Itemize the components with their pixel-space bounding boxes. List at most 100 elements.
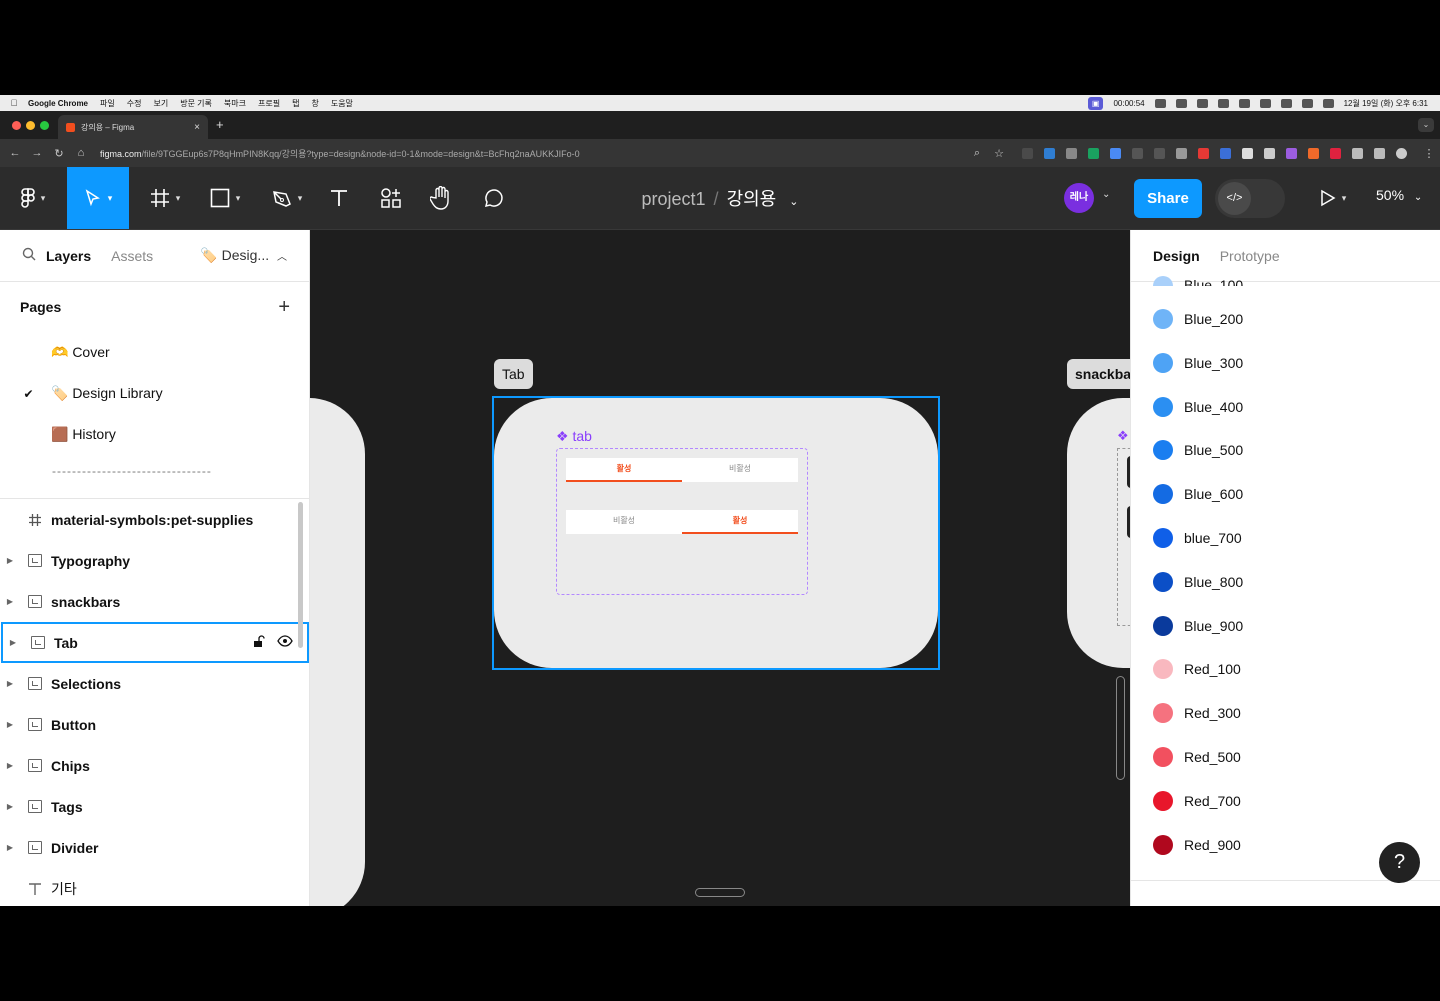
maximize-window-icon[interactable] bbox=[40, 121, 49, 130]
page-item-design-library[interactable]: ✔ 🏷️ Design Library bbox=[0, 373, 309, 414]
menu-profile[interactable]: 프로필 bbox=[258, 98, 280, 109]
tab-design[interactable]: Design bbox=[1153, 248, 1200, 264]
extension-icon[interactable] bbox=[1176, 147, 1187, 159]
layer-etc[interactable]: 기타 bbox=[0, 868, 308, 906]
extension-icon[interactable] bbox=[1066, 147, 1077, 159]
close-window-icon[interactable] bbox=[12, 121, 21, 130]
reload-icon[interactable]: ↻ bbox=[48, 147, 70, 160]
close-tab-icon[interactable]: × bbox=[194, 122, 200, 133]
extension-icon[interactable] bbox=[1330, 147, 1341, 159]
tab-variant-2[interactable]: 비활성 활성 bbox=[566, 510, 798, 534]
caret-right-icon[interactable]: ▶ bbox=[3, 638, 23, 647]
tab-variant-1[interactable]: 활성 비활성 bbox=[566, 458, 798, 482]
page-item-history[interactable]: 🟫 History bbox=[0, 414, 309, 455]
menu-help[interactable]: 도움말 bbox=[331, 98, 353, 109]
move-tool-button[interactable]: ▾ bbox=[67, 167, 129, 229]
control-center-icon[interactable] bbox=[1322, 98, 1334, 108]
status-icon[interactable] bbox=[1238, 98, 1250, 108]
frame-label-snackbars[interactable]: snackba bbox=[1067, 359, 1130, 389]
extension-icon[interactable] bbox=[1308, 147, 1319, 159]
chevron-down-icon[interactable]: ⌄ bbox=[1102, 189, 1110, 200]
pen-tool-button[interactable]: ▾ bbox=[262, 167, 312, 229]
project-name[interactable]: project1 bbox=[642, 189, 706, 209]
extension-icon[interactable] bbox=[1154, 147, 1165, 159]
page-divider[interactable]: -------------------------------- bbox=[52, 464, 212, 478]
caret-right-icon[interactable]: ▶ bbox=[0, 843, 20, 852]
extension-icon[interactable] bbox=[1264, 147, 1275, 159]
zoom-control[interactable]: 50% ⌄ bbox=[1376, 187, 1422, 203]
layer-pet-supplies[interactable]: material-symbols:pet-supplies bbox=[0, 499, 308, 540]
extension-icon[interactable] bbox=[1088, 147, 1099, 159]
canvas-horizontal-scrollbar[interactable] bbox=[695, 888, 745, 897]
help-button[interactable]: ? bbox=[1379, 842, 1420, 883]
new-tab-icon[interactable]: + bbox=[216, 117, 224, 132]
present-button[interactable]: ▾ bbox=[1310, 167, 1354, 229]
color-style-item[interactable]: Red_100 bbox=[1131, 647, 1440, 691]
main-menu-button[interactable]: ▾ bbox=[0, 167, 66, 229]
color-style-item[interactable]: Blue_200 bbox=[1131, 297, 1440, 341]
wifi-icon[interactable] bbox=[1280, 98, 1292, 108]
component-set[interactable]: 활성 비활성 비활성 활성 bbox=[556, 448, 808, 595]
caret-right-icon[interactable]: ▶ bbox=[0, 761, 20, 770]
layer-tags[interactable]: ▶ Tags bbox=[0, 786, 308, 827]
color-style-item[interactable]: Blue_300 bbox=[1131, 341, 1440, 385]
canvas-frame-partial[interactable] bbox=[310, 398, 365, 906]
color-style-item[interactable]: Red_300 bbox=[1131, 691, 1440, 735]
caret-right-icon[interactable]: ▶ bbox=[0, 556, 20, 565]
forward-icon[interactable]: → bbox=[26, 147, 48, 159]
extension-icon[interactable] bbox=[1220, 147, 1231, 159]
screen-record-icon[interactable]: ▣ bbox=[1087, 96, 1104, 110]
color-style-item[interactable]: Red_700 bbox=[1131, 779, 1440, 823]
tab-frame-selected[interactable]: ❖ tab 활성 비활성 비활성 활성 bbox=[492, 396, 940, 670]
color-style-item[interactable]: Blue_600 bbox=[1131, 472, 1440, 516]
tab-item-inactive[interactable]: 비활성 bbox=[566, 510, 682, 534]
resources-button[interactable] bbox=[374, 167, 408, 229]
shape-tool-button[interactable]: ▾ bbox=[200, 167, 250, 229]
search-icon[interactable] bbox=[22, 247, 36, 264]
tab-assets[interactable]: Assets bbox=[111, 248, 153, 264]
clock[interactable]: 12월 19일 (화) 오후 6:31 bbox=[1344, 98, 1428, 109]
tab-layers[interactable]: Layers bbox=[46, 248, 91, 264]
menu-history[interactable]: 방문 기록 bbox=[180, 98, 212, 109]
bookmark-star-icon[interactable]: ☆ bbox=[988, 147, 1010, 160]
color-style-item[interactable]: Blue_500 bbox=[1131, 428, 1440, 472]
tab-item-active[interactable]: 활성 bbox=[682, 510, 798, 534]
extensions-puzzle-icon[interactable] bbox=[1352, 147, 1363, 159]
menu-bookmarks[interactable]: 북마크 bbox=[224, 98, 246, 109]
extension-icon[interactable] bbox=[1286, 147, 1297, 159]
color-style-item[interactable]: Blue_800 bbox=[1131, 560, 1440, 604]
search-icon[interactable] bbox=[1301, 98, 1313, 108]
profile-avatar-icon[interactable] bbox=[1396, 147, 1407, 159]
eye-icon[interactable] bbox=[277, 634, 293, 651]
user-avatar[interactable]: 레나 bbox=[1064, 183, 1094, 213]
chrome-menu-icon[interactable]: ⋮ bbox=[1418, 147, 1440, 160]
bluetooth-icon[interactable] bbox=[1259, 98, 1271, 108]
color-style-item[interactable]: Red_500 bbox=[1131, 735, 1440, 779]
layer-chips[interactable]: ▶ Chips bbox=[0, 745, 308, 786]
extension-icon[interactable] bbox=[1044, 147, 1055, 159]
snackbars-frame-partial[interactable]: ❖ bbox=[1067, 398, 1130, 668]
menu-tab[interactable]: 탭 bbox=[292, 98, 299, 109]
comment-tool-button[interactable] bbox=[476, 167, 510, 229]
tab-prototype[interactable]: Prototype bbox=[1220, 248, 1280, 264]
layer-typography[interactable]: ▶ Typography bbox=[0, 540, 308, 581]
url-field[interactable]: figma.com/file/9TGGEup6s7P8qHmPIN8Kqq/강의… bbox=[100, 147, 966, 160]
layer-tab[interactable]: ▶ Tab bbox=[1, 622, 309, 663]
color-style-item[interactable]: blue_700 bbox=[1131, 516, 1440, 560]
color-style-item[interactable]: Blue_900 bbox=[1131, 604, 1440, 648]
text-tool-button[interactable] bbox=[322, 167, 356, 229]
share-button[interactable]: Share bbox=[1134, 179, 1202, 218]
status-icon[interactable] bbox=[1217, 98, 1229, 108]
stop-icon[interactable] bbox=[1175, 98, 1187, 108]
current-page-selector[interactable]: 🏷️ Desig... ︿ bbox=[200, 247, 287, 264]
sidepanel-icon[interactable] bbox=[1374, 147, 1385, 159]
app-name[interactable]: Google Chrome bbox=[28, 99, 88, 108]
extension-icon[interactable] bbox=[1110, 147, 1121, 159]
menu-view[interactable]: 보기 bbox=[153, 98, 168, 109]
page-item-cover[interactable]: 🫶 Cover bbox=[0, 332, 309, 373]
caret-right-icon[interactable]: ▶ bbox=[0, 802, 20, 811]
tab-item-inactive[interactable]: 비활성 bbox=[682, 458, 798, 482]
layer-button[interactable]: ▶ Button bbox=[0, 704, 308, 745]
canvas-vertical-scrollbar[interactable] bbox=[1116, 676, 1125, 780]
frame-label-tab[interactable]: Tab bbox=[494, 359, 533, 389]
